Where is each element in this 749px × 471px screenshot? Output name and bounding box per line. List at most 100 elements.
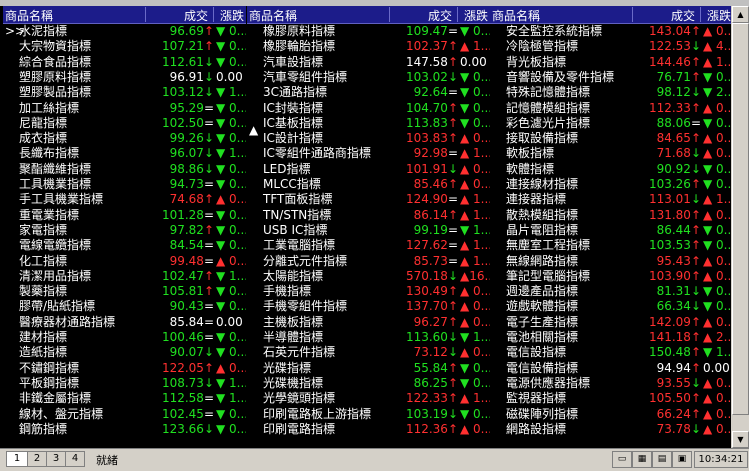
quote-row[interactable]: IC零組件通路商指標 92.98= ▲ 1... [247, 146, 490, 161]
quote-row[interactable]: 手工具機業指標 74.68↑ ▲ 0... [3, 192, 246, 207]
monitor-icon[interactable]: ▣ [672, 451, 692, 468]
tab-page-1[interactable]: 1 [6, 451, 28, 467]
scroll-down-icon[interactable]: ▼ [732, 431, 749, 448]
quote-row[interactable]: 連接線材指標 103.26↑▼ 0... [490, 177, 731, 192]
quote-row[interactable]: 電源供應器指標 93.55↓▲ 0... [490, 376, 731, 391]
quote-row[interactable]: 聚酯纖維指標 98.86↓ ▼ 0... [3, 162, 246, 177]
quote-row[interactable]: 太陽能指標 570.18↓▲16... [247, 269, 490, 284]
scroll-up-icon[interactable]: ▲ [732, 6, 749, 23]
tab-page-4[interactable]: 4 [65, 451, 85, 467]
quote-row[interactable]: 記憶體模組指標 112.33↑▲ 0... [490, 101, 731, 116]
quote-row[interactable]: 安全監控系統指標 143.04↑▲ 0... [490, 24, 731, 39]
quote-row[interactable]: 接取設備指標 84.65↑▲ 0... [490, 131, 731, 146]
window-icon[interactable]: ▭ [612, 451, 632, 468]
quote-row[interactable]: 重電業指標 101.28= ▼ 0... [3, 208, 246, 223]
header-price[interactable]: 成交 [184, 7, 208, 24]
quote-row[interactable]: 非鐵金屬指標 112.58= ▼ 1... [3, 391, 246, 406]
quote-row[interactable]: 背光板指標 144.46↑▲ 1... [490, 55, 731, 70]
quote-row[interactable]: 3C通路指標 92.64= ▼ 0... [247, 85, 490, 100]
quote-row[interactable]: 監視器指標 105.50↑▲ 0... [490, 391, 731, 406]
quote-row[interactable]: >> 水泥指標 96.69↑ ▼ 0... [3, 24, 246, 39]
header-name[interactable]: 商品名稱 [492, 7, 540, 24]
quote-row[interactable]: 遊戲軟體指標 66.34↓▼ 0... [490, 299, 731, 314]
quote-row[interactable]: 冷陰極管指標 122.53↓▲ 4... [490, 39, 731, 54]
quote-row[interactable]: 光碟機指標 86.25↑ ▼ 0... [247, 376, 490, 391]
header-change[interactable]: 漲跌 [464, 7, 488, 24]
quote-row[interactable]: 連接器指標 113.01↓▲ 1... [490, 192, 731, 207]
quote-row[interactable]: 汽車設指標 147.58↑ 0.00 [247, 55, 490, 70]
quote-row[interactable]: TN/STN指標 86.14↑ ▲ 1... [247, 208, 490, 223]
quote-row[interactable]: 尼龍指標 102.50= ▼ 0... [3, 116, 246, 131]
quote-row[interactable]: 散熱模組指標 131.80↑▲ 0... [490, 208, 731, 223]
column-header[interactable]: 商品名稱 成交 漲跌 [3, 6, 246, 24]
vertical-scrollbar[interactable]: ▲ ▼ [731, 6, 749, 448]
quote-row[interactable]: 橡膠輪胎指標 102.37↑ ▲ 1... [247, 39, 490, 54]
quote-row[interactable]: 無線網路指標 95.43↑▲ 0... [490, 254, 731, 269]
quote-row[interactable]: 手機零組件指標 137.70↑ ▲ 0... [247, 299, 490, 314]
quote-row[interactable]: 成衣指標 99.26↓ ▼ 0... [3, 131, 246, 146]
quote-row[interactable]: IC基板指標 113.83↑ ▼ 0... [247, 116, 490, 131]
quote-row[interactable]: 線材、盤元指標 102.45= ▼ 0... [3, 407, 246, 422]
quote-row[interactable]: 塑膠製品指標 103.12↓ ▼ 1... [3, 85, 246, 100]
quote-row[interactable]: 網路設指標 73.78↓▲ 0... [490, 422, 731, 437]
quote-row[interactable]: 電信設指標 150.48↑▼ 1... [490, 345, 731, 360]
quote-row[interactable]: 彩色濾光片指標 88.06=▼ 0... [490, 116, 731, 131]
quote-row[interactable]: 造紙指標 90.07↓ ▼ 0... [3, 345, 246, 360]
quote-row[interactable]: 印刷電路板上游指標 103.19↓ ▼ 0... [247, 407, 490, 422]
quote-row[interactable]: 電線電纜指標 84.54= ▼ 0... [3, 238, 246, 253]
header-change[interactable]: 漲跌 [707, 7, 731, 24]
quote-row[interactable]: 光學鏡頭指標 122.33↑ ▲ 1... [247, 391, 490, 406]
quote-row[interactable]: TFT面板指標 124.90= ▲ 1... [247, 192, 490, 207]
quote-row[interactable]: 無塵室工程指標 103.53↑▼ 0... [490, 238, 731, 253]
quote-row[interactable]: 長纖布指標 96.07↓ ▼ 1... [3, 146, 246, 161]
quote-row[interactable]: 化工指標 99.48= ▲ 0... [3, 254, 246, 269]
quote-row[interactable]: 手機指標 130.49↑ ▲ 0... [247, 284, 490, 299]
quote-row[interactable]: 電池相關指標 141.18↑▲ 2... [490, 330, 731, 345]
quote-row[interactable]: 軟體指標 90.92↓▼ 0... [490, 162, 731, 177]
quote-row[interactable]: 印刷電路指標 112.36↑ ▲ 0... [247, 422, 490, 437]
quote-row[interactable]: 汽車零組件指標 103.02↓ ▼ 0... [247, 70, 490, 85]
quote-row[interactable]: 塑膠原料指標 96.91↓ 0.00 [3, 70, 246, 85]
quote-row[interactable]: 電子生產指標 142.09↑▲ 0... [490, 315, 731, 330]
quote-row[interactable]: 晶片電阻指標 86.44↑▼ 0... [490, 223, 731, 238]
header-price[interactable]: 成交 [428, 7, 452, 24]
quote-row[interactable]: 工業電腦指標 127.62= ▲ 1... [247, 238, 490, 253]
quote-row[interactable]: 鋼筋指標 123.66↓ ▼ 0... [3, 422, 246, 437]
layout-icon[interactable]: ▦ [632, 451, 652, 468]
quote-row[interactable]: IC設計指標 103.83↑ ▲ 0... [247, 131, 490, 146]
quote-row[interactable]: 分離式元件指標 85.73= ▲ 1... [247, 254, 490, 269]
quote-row[interactable]: 膠帶/貼紙指標 90.43= ▼ 0... [3, 299, 246, 314]
quote-row[interactable]: MLCC指標 85.46↑ ▲ 0... [247, 177, 490, 192]
quote-row[interactable]: 石英元件指標 73.12↓ ▲ 0... [247, 345, 490, 360]
quote-row[interactable]: 電信設備指標 94.94↑ 0.00 [490, 361, 731, 376]
quote-row[interactable]: 建材指標 100.46= ▼ 0... [3, 330, 246, 345]
quote-row[interactable]: 光碟指標 55.84↑ ▼ 0... [247, 361, 490, 376]
quote-row[interactable]: 特殊記憶體指標 98.12↓▼ 2... [490, 85, 731, 100]
quote-row[interactable]: 製藥指標 105.81↑ ▼ 0... [3, 284, 246, 299]
header-price[interactable]: 成交 [671, 7, 695, 24]
tab-page-3[interactable]: 3 [46, 451, 66, 467]
quote-row[interactable]: 磁碟陣列指標 66.24↑▲ 0... [490, 407, 731, 422]
quote-row[interactable]: 平板鋼指標 108.73↓ ▼ 1... [3, 376, 246, 391]
quote-row[interactable]: 加工絲指標 95.29= ▼ 0... [3, 101, 246, 116]
quote-row[interactable]: 清潔用品指標 102.47↑ ▼ 1... [3, 269, 246, 284]
column-header[interactable]: 商品名稱 成交 漲跌 [247, 6, 490, 24]
quote-row[interactable]: 大宗物資指標 107.21↑ ▼ 0... [3, 39, 246, 54]
quote-row[interactable]: 不鏽鋼指標 122.05↑ ▲ 0... [3, 361, 246, 376]
header-name[interactable]: 商品名稱 [5, 7, 53, 24]
scroll-thumb[interactable] [732, 23, 749, 415]
quote-row[interactable]: 醫療器材通路指標 85.84= 0.00 [3, 315, 246, 330]
tab-page-2[interactable]: 2 [27, 451, 47, 467]
quote-row[interactable]: 筆記型電腦指標 103.90↑▲ 0... [490, 269, 731, 284]
quote-row[interactable]: 週邊產品指標 81.31↓▼ 0... [490, 284, 731, 299]
quote-row[interactable]: 綜合食品指標 112.61↓ ▼ 0... [3, 55, 246, 70]
quote-row[interactable]: 工具機業指標 94.73= ▼ 0... [3, 177, 246, 192]
header-change[interactable]: 漲跌 [220, 7, 244, 24]
header-name[interactable]: 商品名稱 [249, 7, 297, 24]
quote-row[interactable]: 軟板指標 71.68↓▲ 0... [490, 146, 731, 161]
quote-row[interactable]: 主機板指標 96.27↑ ▲ 0... [247, 315, 490, 330]
chart-icon[interactable]: ▤ [652, 451, 672, 468]
quote-row[interactable]: 橡膠原料指標 109.47= ▼ 0... [247, 24, 490, 39]
column-header[interactable]: 商品名稱 成交 漲跌 [490, 6, 731, 24]
quote-row[interactable]: USB IC指標 99.19= ▼ 1... [247, 223, 490, 238]
